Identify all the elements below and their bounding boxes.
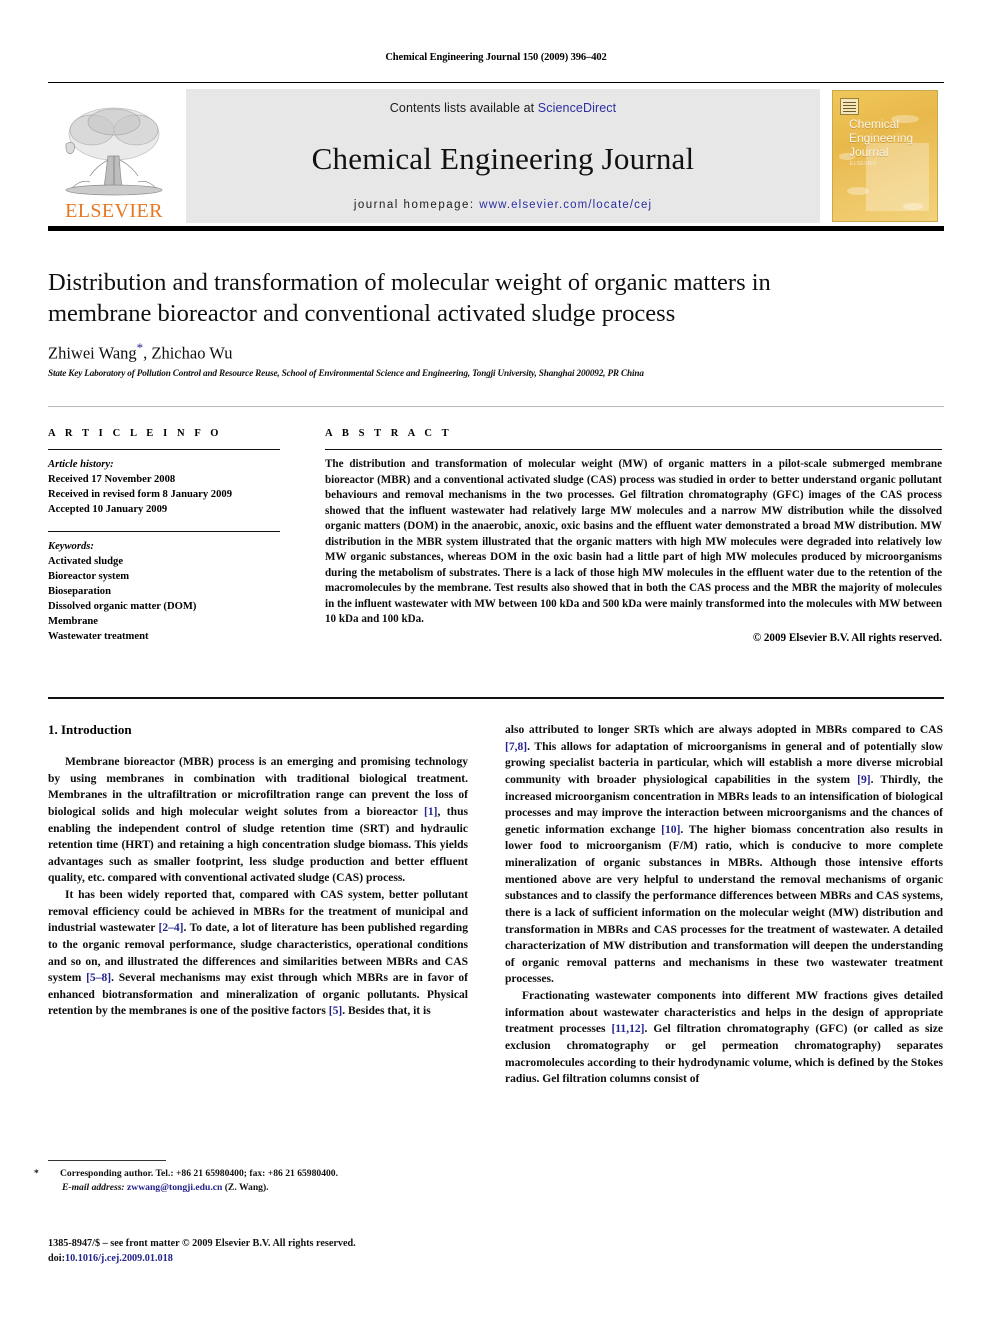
citation-reference[interactable]: [7,8] [505, 741, 527, 753]
author-name-secondary: , Zhichao Wu [143, 343, 233, 363]
keyword-item: Bioseparation [48, 586, 111, 597]
cover-title-line-2: Engineering [849, 131, 914, 146]
citation-reference[interactable]: [10] [661, 824, 680, 836]
journal-homepage-link[interactable]: www.elsevier.com/locate/cej [479, 199, 652, 211]
body-column-left: 1. Introduction Membrane bioreactor (MBR… [48, 722, 468, 1020]
body-paragraph: Membrane bioreactor (MBR) process is an … [48, 756, 468, 885]
section-heading-introduction: 1. Introduction [48, 722, 132, 737]
elsevier-wordmark: ELSEVIER [65, 200, 163, 222]
citation-reference[interactable]: [5–8] [86, 972, 111, 984]
article-history-item: Accepted 10 January 2009 [48, 504, 168, 516]
citation-reference[interactable]: [2–4] [159, 922, 184, 934]
body-column-right: also attributed to longer SRTs which are… [505, 722, 943, 1088]
keywords-label: Keywords: [48, 540, 94, 552]
cover-badge-icon [840, 98, 859, 115]
sciencedirect-link[interactable]: ScienceDirect [538, 101, 616, 115]
cover-image: Chemical Engineering Journal ELSEVIER [832, 90, 938, 222]
issn-front-matter-line: 1385-8947/$ – see front matter © 2009 El… [48, 1238, 356, 1249]
article-history-label: Article history: [48, 459, 114, 471]
cover-title-line-1: Chemical [849, 117, 900, 131]
elsevier-tree-icon [65, 107, 163, 196]
doi-label: doi: [48, 1252, 65, 1264]
corresponding-author-text: Corresponding author. Tel.: +86 21 65980… [60, 1168, 338, 1179]
cover-title-text: Chemical Engineering Journal [849, 117, 913, 159]
citation-reference[interactable]: [11,12] [611, 1023, 644, 1035]
running-head: Chemical Engineering Journal 150 (2009) … [385, 52, 607, 63]
keyword-item: Bioreactor system [48, 570, 130, 582]
article-history-item: Received in revised form 8 January 2009 [48, 489, 232, 501]
keyword-item: Activated sludge [48, 555, 124, 567]
keywords-rule [48, 530, 280, 532]
keywords-group: Keywords: Activated sludge Bioreactor sy… [48, 539, 280, 644]
homepage-prefix-text: journal homepage: [353, 199, 475, 211]
article-info-rule [48, 449, 280, 451]
article-history-group: Article history: Received 17 November 20… [48, 457, 280, 517]
abstract-copyright: © 2009 Elsevier B.V. All rights reserved… [752, 631, 942, 644]
author-email-link[interactable]: zwwang@tongji.edu.cn [127, 1182, 222, 1193]
cover-publisher-tag: ELSEVIER [850, 161, 877, 167]
abstract-column: A B S T R A C T The distribution and tra… [325, 428, 942, 644]
issn-copyright-block: 1385-8947/$ – see front matter © 2009 El… [48, 1237, 488, 1267]
footnote-rule [48, 1160, 166, 1161]
body-paragraph: It has been widely reported that, compar… [48, 889, 468, 1018]
contents-prefix-text: Contents lists available at [389, 101, 535, 115]
masthead-center-band: Contents lists available at ScienceDirec… [186, 89, 820, 223]
citation-reference[interactable]: [1] [424, 806, 437, 818]
article-authors: Zhiwei Wang*, Zhichao Wu [48, 340, 232, 364]
footnote-line-2: E-mail address: zwwang@tongji.edu.cn (Z.… [48, 1181, 468, 1195]
asterisk-icon: * [34, 1168, 39, 1179]
abstract-heading: A B S T R A C T [325, 428, 453, 439]
doi-link[interactable]: 10.1016/j.cej.2009.01.018 [65, 1253, 173, 1264]
contents-available-line: Contents lists available at ScienceDirec… [390, 101, 616, 115]
footnote-line-1: * Corresponding author. Tel.: +86 21 6598… [34, 1167, 468, 1181]
email-label: E-mail address: [62, 1181, 125, 1193]
article-history-item: Received 17 November 2008 [48, 474, 176, 486]
journal-article-page: Chemical Engineering Journal 150 (2009) … [0, 0, 992, 1323]
abstract-text: The distribution and transformation of m… [325, 458, 942, 626]
corresponding-author-footnote: * Corresponding author. Tel.: +86 21 6598… [34, 1167, 468, 1195]
body-paragraph: Fractionating wastewater components into… [505, 990, 944, 1086]
journal-homepage-line: journal homepage: www.elsevier.com/locat… [354, 199, 652, 211]
citation-reference[interactable]: [5] [329, 1005, 342, 1017]
keyword-item: Membrane [48, 616, 99, 628]
journal-cover-thumbnail: Chemical Engineering Journal ELSEVIER [826, 89, 944, 223]
author-name-primary: Zhiwei Wang [48, 343, 137, 363]
journal-title: Chemical Engineering Journal [311, 140, 695, 176]
email-attribution: (Z. Wang). [224, 1181, 269, 1193]
body-paragraph: also attributed to longer SRTs which are… [505, 724, 943, 986]
elsevier-logo: ELSEVIER [48, 89, 180, 223]
article-info-column: A R T I C L E I N F O Article history: R… [48, 428, 280, 644]
article-info-heading: A R T I C L E I N F O [48, 428, 223, 439]
journal-masthead: ELSEVIER Contents lists available at Sci… [48, 82, 944, 225]
abstract-bottom-rule [48, 697, 944, 699]
article-title: Distribution and transformation of molec… [48, 269, 771, 327]
masthead-bottom-rule [48, 226, 944, 231]
keyword-item: Wastewater treatment [48, 631, 149, 643]
doi-line: doi:10.1016/j.cej.2009.01.018 [48, 1252, 488, 1267]
info-section-top-rule [48, 406, 944, 407]
author-affiliation: State Key Laboratory of Pollution Contro… [48, 368, 644, 378]
cover-title-line-3: Journal [849, 145, 889, 160]
keyword-item: Dissolved organic matter (DOM) [48, 601, 197, 613]
abstract-rule [325, 449, 942, 451]
citation-reference[interactable]: [9] [857, 774, 870, 786]
